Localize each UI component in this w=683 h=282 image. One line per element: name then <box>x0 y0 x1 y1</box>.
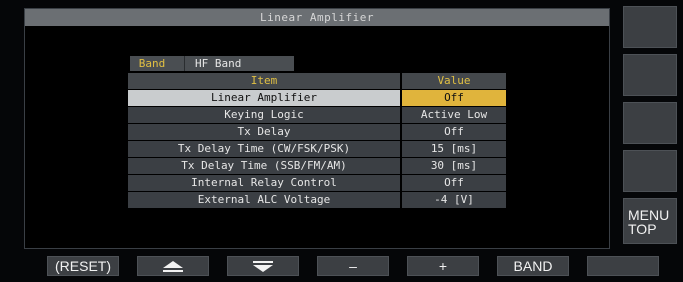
row-item[interactable]: Tx Delay <box>128 124 400 140</box>
table-row-tx-delay-time-cw[interactable]: Tx Delay Time (CW/FSK/PSK) 15 [ms] <box>128 141 506 157</box>
band-button[interactable]: BAND <box>497 256 569 276</box>
table-row-linear-amplifier[interactable]: Linear Amplifier Off <box>128 90 506 106</box>
radio-screen: Linear Amplifier Band HF Band Item Value… <box>0 0 683 282</box>
menu-top-line2: TOP <box>628 221 657 237</box>
settings-table: Item Value Linear Amplifier Off Keying L… <box>128 73 506 209</box>
band-value[interactable]: HF Band <box>184 56 294 71</box>
column-header-value: Value <box>402 73 506 89</box>
row-value[interactable]: Off <box>402 90 506 106</box>
triangle-up-icon <box>163 261 183 272</box>
table-row-external-alc-voltage[interactable]: External ALC Voltage -4 [V] <box>128 192 506 208</box>
side-key-3[interactable] <box>623 102 677 144</box>
row-value[interactable]: Off <box>402 175 506 191</box>
table-row-tx-delay-time-ssb[interactable]: Tx Delay Time (SSB/FM/AM) 30 [ms] <box>128 158 506 174</box>
side-key-1[interactable] <box>623 6 677 48</box>
scroll-down-button[interactable] <box>227 256 299 276</box>
row-item[interactable]: Tx Delay Time (SSB/FM/AM) <box>128 158 400 174</box>
row-value[interactable]: Off <box>402 124 506 140</box>
plus-button[interactable]: + <box>407 256 479 276</box>
side-key-2[interactable] <box>623 54 677 96</box>
menu-top-label: MENU TOP <box>628 208 669 236</box>
table-row-internal-relay-control[interactable]: Internal Relay Control Off <box>128 175 506 191</box>
row-item[interactable]: External ALC Voltage <box>128 192 400 208</box>
row-value[interactable]: Active Low <box>402 107 506 123</box>
row-item[interactable]: Tx Delay Time (CW/FSK/PSK) <box>128 141 400 157</box>
menu-top-button[interactable]: MENU TOP <box>623 198 677 244</box>
row-item[interactable]: Linear Amplifier <box>128 90 400 106</box>
column-header-item: Item <box>128 73 400 89</box>
row-value[interactable]: 15 [ms] <box>402 141 506 157</box>
row-value[interactable]: 30 [ms] <box>402 158 506 174</box>
table-row-keying-logic[interactable]: Keying Logic Active Low <box>128 107 506 123</box>
window-title: Linear Amplifier <box>25 9 609 26</box>
band-label: Band <box>130 56 184 71</box>
row-value[interactable]: -4 [V] <box>402 192 506 208</box>
row-item[interactable]: Keying Logic <box>128 107 400 123</box>
table-header: Item Value <box>128 73 506 89</box>
table-row-tx-delay[interactable]: Tx Delay Off <box>128 124 506 140</box>
band-selector[interactable]: Band HF Band <box>130 56 294 71</box>
reset-button[interactable]: (RESET) <box>47 256 119 276</box>
blank-function-button[interactable] <box>587 256 659 276</box>
side-key-4[interactable] <box>623 150 677 192</box>
triangle-down-icon <box>253 261 273 272</box>
minus-button[interactable]: – <box>317 256 389 276</box>
row-item[interactable]: Internal Relay Control <box>128 175 400 191</box>
scroll-up-button[interactable] <box>137 256 209 276</box>
